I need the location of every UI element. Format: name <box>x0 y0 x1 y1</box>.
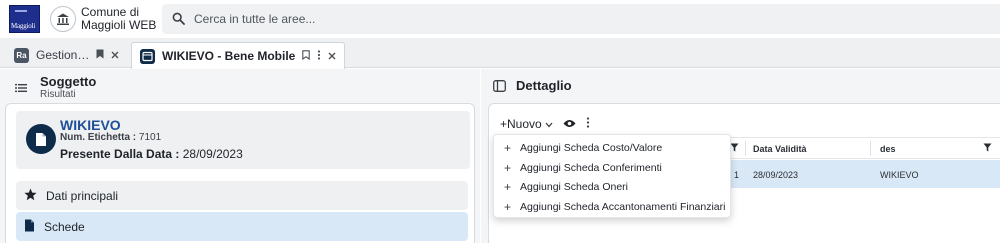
new-dropdown-menu: + Aggiungi Scheda Costo/Valore + Aggiung… <box>493 134 731 218</box>
logo-mark <box>15 10 27 12</box>
menu-item-conferimenti[interactable]: + Aggiungi Scheda Conferimenti <box>494 158 730 178</box>
plus-icon: + <box>504 180 512 194</box>
nav-item-dati-principali[interactable]: Dati principali <box>16 181 468 210</box>
top-bar: Maggioli Comune di Maggioli WEB <box>0 0 1000 38</box>
cell-data-validita: 28/09/2023 <box>753 170 799 180</box>
document-icon <box>26 124 56 154</box>
label-num-etichetta: Num. Etichetta : <box>60 132 139 143</box>
menu-item-costo-valore[interactable]: + Aggiungi Scheda Costo/Valore <box>494 138 730 158</box>
side-pane-icon[interactable] <box>493 80 506 95</box>
plus-icon: + <box>504 141 512 155</box>
menu-item-label: Aggiungi Scheda Accantonamenti Finanziar… <box>520 201 726 213</box>
column-separator <box>745 166 746 181</box>
cell-des: WIKIEVO <box>880 170 919 180</box>
menu-item-oneri[interactable]: + Aggiungi Scheda Oneri <box>494 177 730 197</box>
org-name-line2: Maggioli WEB <box>81 18 157 32</box>
panel-title: Soggetto <box>40 74 97 89</box>
eye-icon[interactable] <box>563 117 576 131</box>
detail-toolbar: +Nuovo <box>500 114 590 134</box>
panel-subtitle: Risultati <box>40 89 76 100</box>
menu-item-label: Aggiungi Scheda Oneri <box>520 181 628 193</box>
tab-label: Gestion… <box>36 48 90 62</box>
tab-wikievo[interactable]: WIKIEVO - Bene Mobile <box>131 42 345 69</box>
town-hall-icon[interactable] <box>50 6 76 32</box>
plus-icon: + <box>504 161 512 175</box>
table-header: Data Validità des <box>725 137 1000 159</box>
organization-name[interactable]: Comune di Maggioli WEB <box>81 6 156 32</box>
filter-icon[interactable] <box>730 143 739 154</box>
more-vertical-icon[interactable] <box>317 49 321 63</box>
record-title: WIKIEVO <box>60 117 121 133</box>
filter-icon[interactable] <box>983 143 992 154</box>
global-search[interactable] <box>162 4 1000 34</box>
chevron-down-icon <box>545 117 553 131</box>
bookmark-outline-icon[interactable] <box>302 49 310 63</box>
municipality-logo[interactable]: Maggioli <box>9 5 40 33</box>
record-card: WIKIEVO Num. Etichetta : 7101 Presente D… <box>5 103 475 243</box>
tab-strip: Ra Gestion… WIKIEVO - Bene Mobile <box>0 38 1000 69</box>
window-icon <box>140 48 155 64</box>
table-row[interactable]: 1 28/09/2023 WIKIEVO <box>725 160 1000 188</box>
search-input[interactable] <box>194 10 894 28</box>
nav-item-label: Schede <box>44 219 85 234</box>
document-icon <box>24 219 35 235</box>
value-num-etichetta: 7101 <box>138 132 162 143</box>
panel-title: Dettaglio <box>516 78 572 93</box>
record-present-date: Presente Dalla Data : 28/09/2023 <box>60 147 243 161</box>
tab-gestione[interactable]: Ra Gestion… <box>6 42 130 68</box>
label-presente-dalla-data: Presente Dalla Data : <box>60 147 183 161</box>
more-vertical-icon[interactable] <box>586 117 590 131</box>
bookmark-icon[interactable] <box>96 48 104 62</box>
close-icon[interactable] <box>111 48 119 62</box>
list-icon[interactable] <box>15 82 27 96</box>
plus-icon: + <box>504 200 512 214</box>
row-index: 1 <box>734 170 740 180</box>
value-presente-dalla-data: 28/09/2023 <box>182 147 243 161</box>
star-icon <box>24 188 37 204</box>
tab-label: WIKIEVO - Bene Mobile <box>162 49 295 63</box>
column-separator <box>870 141 871 156</box>
menu-item-label: Aggiungi Scheda Conferimenti <box>520 162 662 174</box>
logo-text: Maggioli <box>11 22 36 30</box>
app-icon: Ra <box>14 47 29 63</box>
record-label-number: Num. Etichetta : 7101 <box>60 132 161 143</box>
column-separator <box>745 141 746 156</box>
menu-item-label: Aggiungi Scheda Costo/Valore <box>520 142 663 154</box>
new-button-label: +Nuovo <box>500 117 542 131</box>
nav-item-schede[interactable]: Schede <box>16 212 468 241</box>
close-icon[interactable] <box>328 49 336 63</box>
column-header-data-validita[interactable]: Data Validità <box>753 144 807 154</box>
search-icon <box>172 12 185 28</box>
record-summary: WIKIEVO Num. Etichetta : 7101 Presente D… <box>16 111 470 169</box>
menu-item-accantonamenti[interactable]: + Aggiungi Scheda Accantonamenti Finanzi… <box>494 197 730 217</box>
nav-item-label: Dati principali <box>46 188 119 203</box>
column-header-des[interactable]: des <box>880 144 896 154</box>
new-button[interactable]: +Nuovo <box>500 117 553 131</box>
